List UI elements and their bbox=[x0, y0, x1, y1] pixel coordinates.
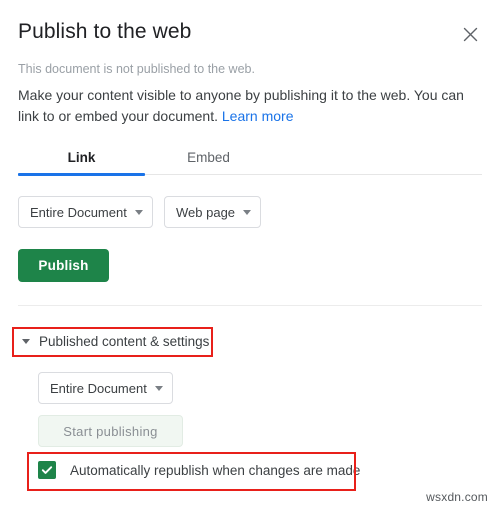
publish-scope-select-value: Entire Document bbox=[30, 204, 127, 220]
published-content-settings-toggle[interactable]: Published content & settings bbox=[22, 334, 209, 349]
chevron-down-icon bbox=[154, 385, 163, 391]
close-button[interactable] bbox=[458, 22, 482, 46]
page-title: Publish to the web bbox=[18, 20, 192, 43]
tab-embed[interactable]: Embed bbox=[145, 148, 272, 174]
publish-format-select-value: Web page bbox=[176, 204, 236, 220]
learn-more-link[interactable]: Learn more bbox=[222, 108, 294, 124]
watermark: wsxdn.com bbox=[426, 490, 488, 504]
auto-republish-label: Automatically republish when changes are… bbox=[70, 462, 361, 478]
check-icon bbox=[41, 464, 53, 476]
close-icon bbox=[463, 27, 478, 42]
start-publishing-button[interactable]: Start publishing bbox=[38, 415, 183, 447]
tab-active-indicator bbox=[18, 173, 145, 176]
publish-format-select[interactable]: Web page bbox=[164, 196, 262, 228]
publish-to-web-dialog: Publish to the web This document is not … bbox=[0, 0, 500, 512]
dialog-description: Make your content visible to anyone by p… bbox=[18, 85, 474, 127]
publish-status-text: This document is not published to the we… bbox=[18, 62, 255, 76]
tab-link[interactable]: Link bbox=[18, 148, 145, 174]
chevron-down-icon bbox=[134, 209, 143, 215]
publish-button[interactable]: Publish bbox=[18, 249, 109, 282]
auto-republish-checkbox[interactable] bbox=[38, 461, 56, 479]
chevron-down-icon bbox=[243, 209, 252, 215]
section-divider bbox=[18, 305, 482, 306]
published-scope-select[interactable]: Entire Document bbox=[38, 372, 173, 404]
published-content-settings-label: Published content & settings bbox=[39, 334, 210, 349]
publish-scope-select[interactable]: Entire Document bbox=[18, 196, 153, 228]
tab-bar: Link Embed bbox=[18, 148, 482, 176]
triangle-down-icon bbox=[22, 339, 30, 344]
auto-republish-row[interactable]: Automatically republish when changes are… bbox=[38, 461, 360, 479]
published-scope-select-value: Entire Document bbox=[50, 380, 147, 396]
